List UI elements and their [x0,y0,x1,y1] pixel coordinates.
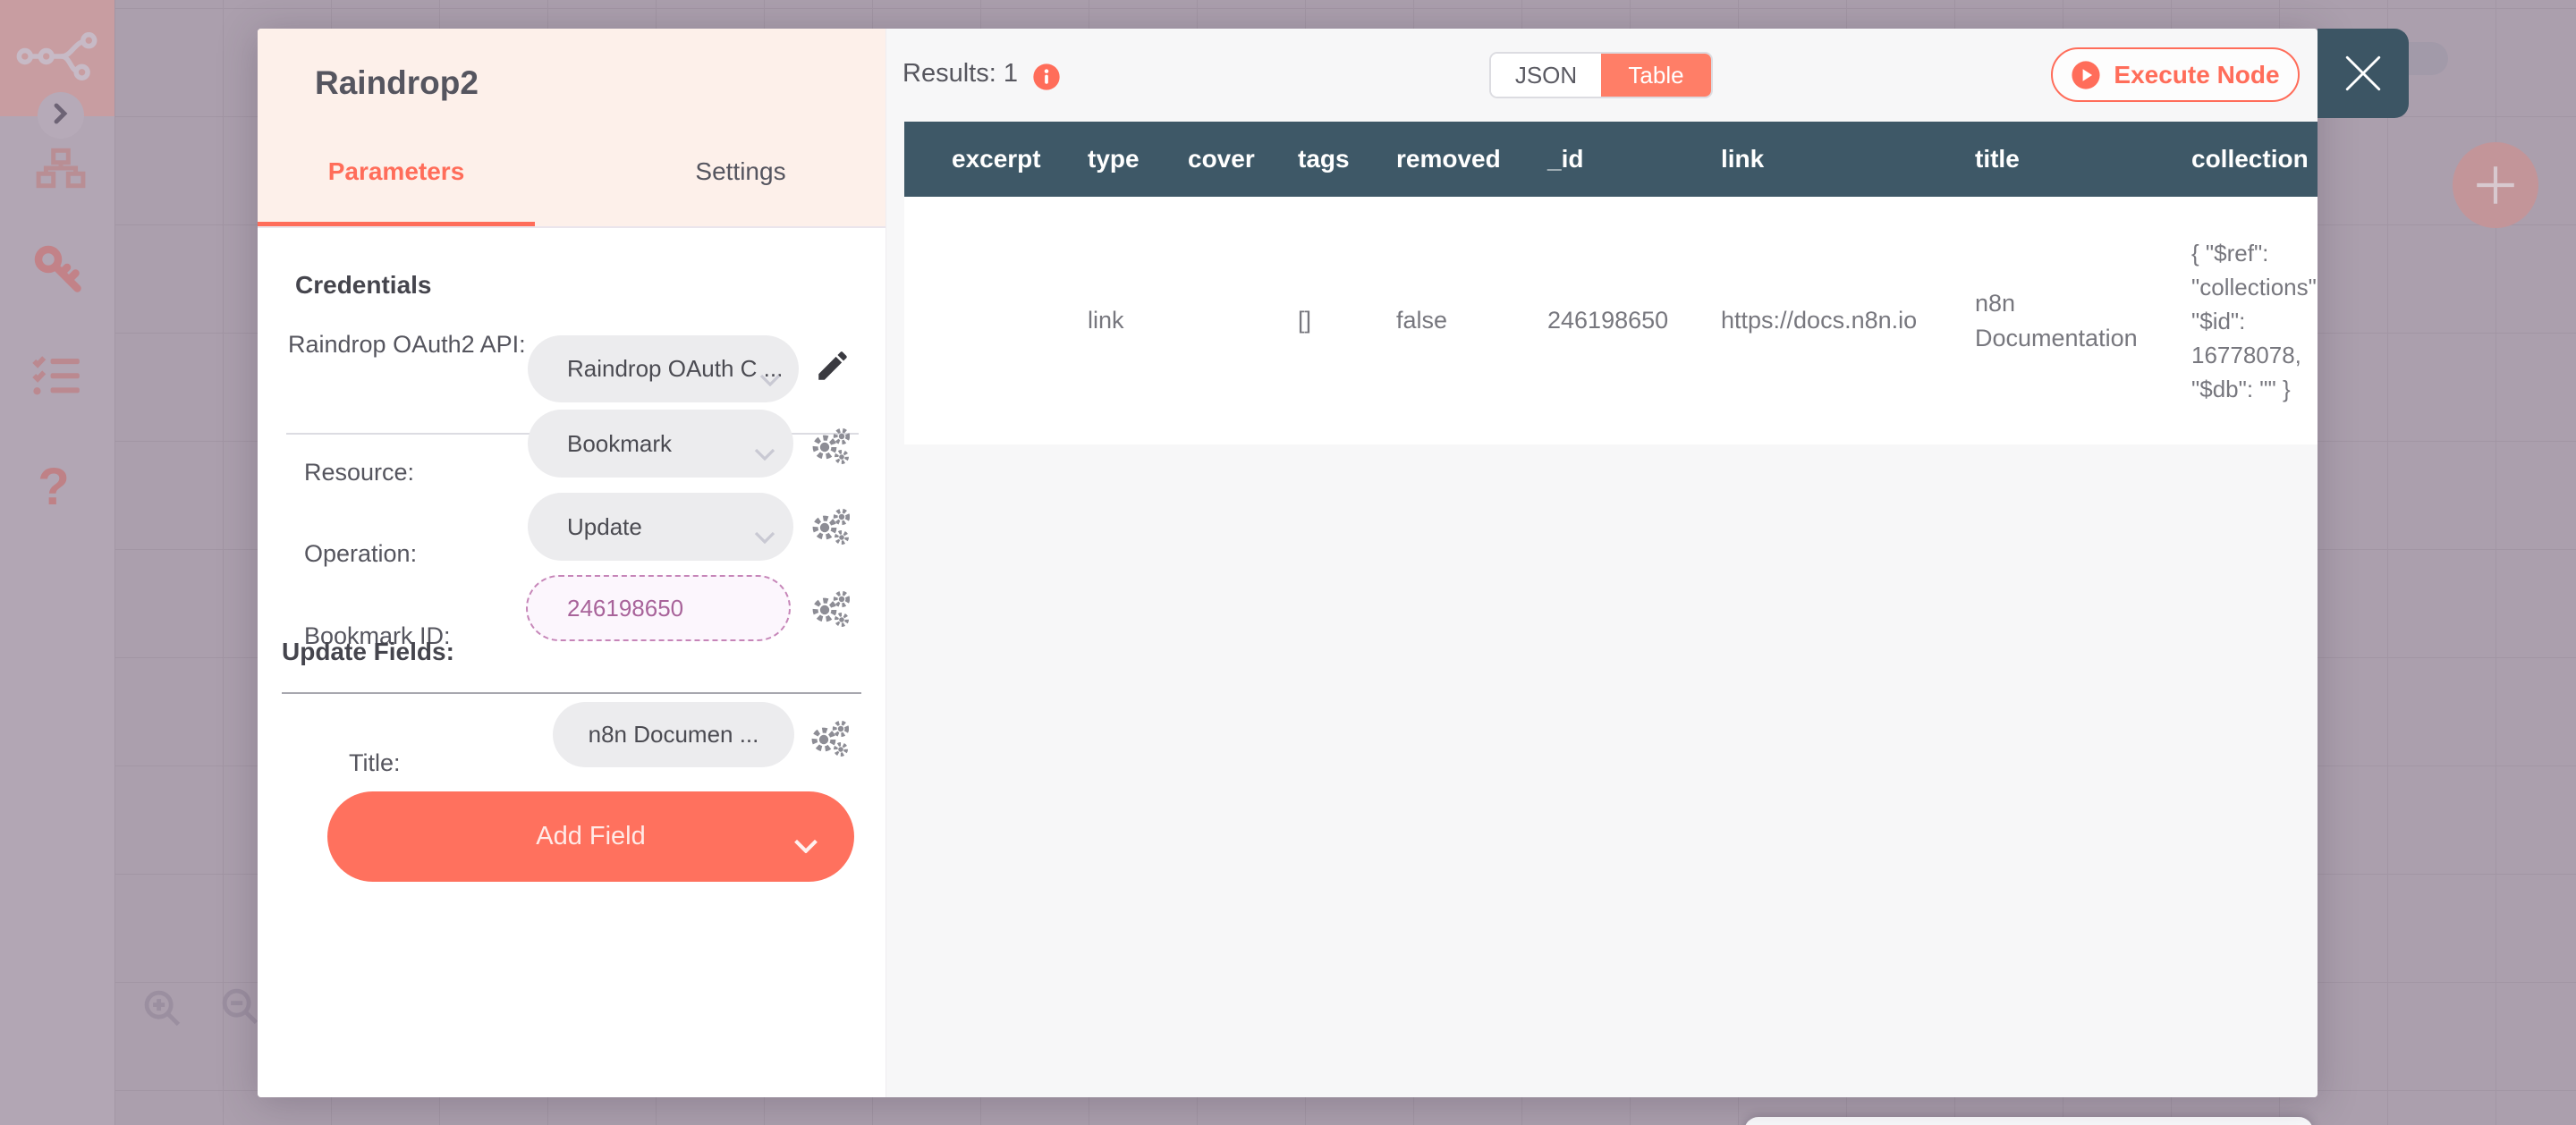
table-header-row: excerpt type cover tags removed _id link… [904,122,2318,197]
view-json-button[interactable]: JSON [1491,54,1601,97]
close-x-icon [2345,55,2381,91]
gears-icon [811,720,850,757]
results-info-button[interactable] [1032,63,1061,91]
bookmark-id-input[interactable]: 246198650 [526,575,791,641]
title-field-input[interactable]: n8n Documen ... [553,702,794,767]
cell-link: https://docs.n8n.io [1721,197,1975,444]
node-detail-modal: Raindrop2 Parameters Settings Credential… [258,29,2318,1097]
column-header: title [1975,122,2191,197]
zoom-in-icon [144,990,181,1027]
checklist-icon [31,351,81,405]
cell-type: link [1088,197,1188,444]
sidebar-item-help[interactable]: ? [30,457,77,516]
node-title: Raindrop2 [315,64,479,101]
chevron-down-icon [754,439,775,467]
cell-tags: [] [1298,197,1396,444]
tab-settings[interactable]: Settings [642,145,839,199]
title-field-options-button[interactable] [808,720,850,762]
column-header: cover [1188,122,1298,197]
cell-collection: { "$ref": "collections", "$id": 16778078… [2191,197,2318,444]
cell-id: 246198650 [1547,197,1721,444]
table-row: link [] false 246198650 https://docs.n8n… [904,197,2318,444]
results-table: excerpt type cover tags removed _id link… [904,122,2318,444]
pencil-icon [818,351,847,380]
sitemap-icon [36,143,86,198]
question-mark-icon: ? [38,457,70,516]
execute-node-button[interactable]: Execute Node [2051,47,2300,102]
credential-value: Raindrop OAuth C ... [567,355,784,382]
resource-options-button[interactable] [809,427,851,469]
bookmark-id-options-button[interactable] [809,590,851,632]
plus-icon [2477,166,2514,204]
execute-node-label: Execute Node [2114,60,2280,89]
zoom-out-icon [222,988,258,1025]
operation-label: Operation: [304,540,418,567]
play-icon [2072,60,2100,89]
active-tab-underline [258,222,535,226]
chevron-down-icon [759,365,781,393]
column-header: collection [2191,122,2318,197]
column-header: type [1088,122,1188,197]
credential-label: Raindrop OAuth2 API: [288,331,526,358]
sidebar: ? [0,0,114,1125]
resource-value: Bookmark [567,429,673,457]
results-count: Results: 1 [902,59,1018,88]
results-panel: Results: 1 JSON Table Execute Node excer… [886,29,2318,1097]
divider [282,692,861,694]
close-button[interactable] [2318,29,2409,118]
results-view-toggle: JSON Table [1489,52,1713,98]
operation-options-button[interactable] [809,508,851,550]
resource-select[interactable]: Bookmark [528,410,793,478]
key-icon [30,241,84,300]
cell-cover [1188,197,1298,444]
nodes-logo-icon [16,31,98,86]
zoom-out-button[interactable] [219,985,262,1028]
gears-icon [812,508,851,546]
cell-spacer [904,197,952,444]
chevron-down-icon [754,522,775,550]
node-settings-panel: Raindrop2 Parameters Settings Credential… [258,29,886,1097]
n8n-app: ? Raindrop2 Parameters Settings Credenti… [0,0,2576,1125]
operation-select[interactable]: Update [528,493,793,561]
bookmark-id-value: 246198650 [567,594,684,622]
chevron-right-icon [54,103,68,129]
cell-removed: false [1396,197,1547,444]
credential-select[interactable]: Raindrop OAuth C ... [528,335,799,402]
view-table-button[interactable]: Table [1601,54,1711,97]
bottom-notification-box [1744,1117,2313,1125]
add-node-button[interactable] [2453,142,2538,228]
cell-excerpt [952,197,1088,444]
node-panel-header: Raindrop2 Parameters Settings [258,29,886,228]
gears-icon [812,590,851,628]
operation-value: Update [567,512,642,540]
sidebar-collapse-button[interactable] [38,92,84,139]
column-header: removed [1396,122,1547,197]
resource-label: Resource: [304,459,415,486]
column-header: _id [1547,122,1721,197]
tab-parameters[interactable]: Parameters [258,145,535,199]
column-header: tags [1298,122,1396,197]
add-field-label: Add Field [536,822,646,850]
add-field-button[interactable]: Add Field [327,791,854,882]
cell-title: n8n Documentation [1975,197,2191,444]
zoom-in-button[interactable] [141,987,184,1030]
chevron-down-icon [793,831,818,860]
sidebar-item-executions[interactable] [31,352,81,402]
update-fields-heading: Update Fields: [282,638,454,665]
title-field-label: Title: [349,749,401,776]
edit-credential-button[interactable] [814,347,852,389]
title-field-value: n8n Documen ... [588,721,759,748]
credentials-heading: Credentials [295,271,432,299]
gears-icon [812,427,851,465]
column-header: link [1721,122,1975,197]
column-header: excerpt [952,122,1088,197]
sidebar-item-credentials[interactable] [30,243,84,297]
sidebar-item-workflows[interactable] [36,145,86,195]
header-spacer [904,122,952,197]
info-icon [1033,63,1060,90]
